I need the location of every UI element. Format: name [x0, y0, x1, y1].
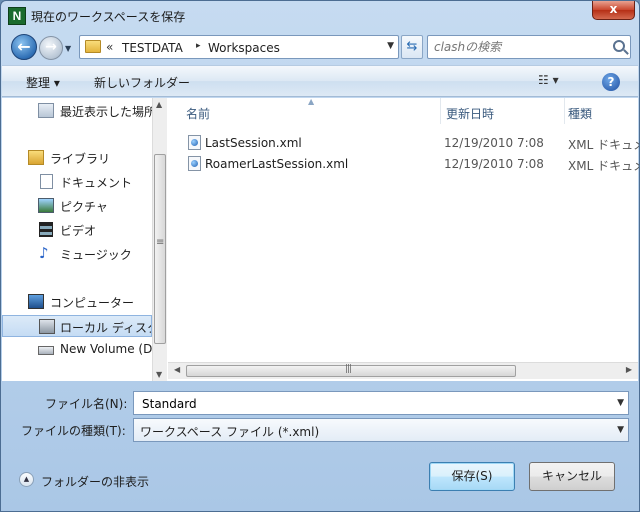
- nav-item-local-disk[interactable]: ローカル ディスク (C:): [2, 315, 152, 337]
- organize-menu[interactable]: 整理 ▾: [26, 74, 60, 91]
- nav-item-label: コンピューター: [50, 296, 135, 310]
- close-button[interactable]: x: [592, 1, 635, 20]
- computer-icon: [28, 294, 44, 309]
- refresh-button[interactable]: ⇆: [401, 35, 423, 59]
- recent-pages-dropdown[interactable]: ▼: [65, 44, 75, 54]
- file-row[interactable]: LastSession.xml 12/19/2010 7:08 XML ドキュメ…: [168, 133, 639, 153]
- nav-item-label: ビデオ: [60, 224, 97, 238]
- nav-pane-scrollbar[interactable]: ▲ ▼: [152, 98, 167, 381]
- scroll-down-icon[interactable]: ▼: [156, 370, 162, 379]
- filetype-label: ファイルの種類(T):: [21, 424, 126, 438]
- filename-combobox[interactable]: ▼: [133, 391, 629, 415]
- recent-places-icon: [38, 103, 54, 118]
- nav-item-music[interactable]: ♪ ミュージック: [2, 243, 152, 265]
- chevron-up-icon: ▲: [19, 472, 34, 487]
- nav-item-libraries[interactable]: ライブラリ: [2, 147, 152, 169]
- nav-item-label: 最近表示した場所: [60, 105, 152, 119]
- app-icon: N: [8, 7, 26, 25]
- nav-item-pictures[interactable]: ピクチャ: [2, 195, 152, 217]
- address-bar[interactable]: « TESTDATA ▸ Workspaces ▼: [79, 35, 399, 59]
- window-title: 現在のワークスペースを保存: [31, 10, 186, 24]
- file-list: ▲ 名前 更新日時 種類 LastSession.xml 12/19/2010 …: [168, 97, 639, 381]
- breadcrumb-separator-icon[interactable]: ▸: [196, 41, 201, 51]
- nav-item-new-volume[interactable]: New Volume (D:): [2, 339, 152, 361]
- chevron-down-icon[interactable]: ▼: [617, 398, 624, 408]
- folder-icon: [85, 40, 101, 53]
- help-icon[interactable]: ?: [602, 73, 620, 91]
- scroll-thumb[interactable]: [154, 154, 166, 344]
- filetype-value: ワークスペース ファイル (*.xml): [140, 425, 320, 439]
- nav-item-recent-places[interactable]: 最近表示した場所: [2, 100, 152, 122]
- change-view-button[interactable]: ☷ ▾: [538, 73, 578, 91]
- xml-file-icon: [188, 135, 201, 150]
- file-list-hscrollbar[interactable]: ◀ ▶: [168, 362, 638, 379]
- save-workspace-dialog: N 現在のワークスペースを保存 x ← → ▼ « TESTDATA ▸ Wor…: [0, 0, 640, 512]
- cancel-button[interactable]: キャンセル: [529, 462, 615, 491]
- scroll-right-icon[interactable]: ▶: [626, 365, 632, 374]
- nav-item-videos[interactable]: ビデオ: [2, 219, 152, 241]
- address-dropdown-icon[interactable]: ▼: [387, 41, 394, 51]
- chevron-down-icon: ▼: [65, 44, 72, 53]
- column-header-label: 更新日時: [446, 107, 495, 121]
- nav-item-label: ライブラリ: [50, 152, 111, 166]
- nav-item-documents[interactable]: ドキュメント: [2, 171, 152, 193]
- column-header-name[interactable]: 名前: [168, 98, 441, 124]
- nav-item-label: ローカル ディスク (C:): [60, 321, 151, 335]
- drive-icon: [38, 346, 54, 355]
- column-header-date[interactable]: 更新日時: [441, 98, 565, 124]
- nav-item-label: ピクチャ: [60, 200, 108, 214]
- nav-item-computer[interactable]: コンピューター: [2, 291, 152, 313]
- filename-input[interactable]: [142, 396, 602, 412]
- search-icon[interactable]: [613, 40, 625, 52]
- filetype-select[interactable]: ワークスペース ファイル (*.xml) ▼: [133, 418, 629, 442]
- hscroll-thumb[interactable]: [186, 364, 516, 377]
- column-header-label: 名前: [186, 107, 211, 121]
- pictures-icon: [38, 198, 54, 213]
- file-type: XML ドキュメント: [568, 159, 639, 173]
- column-header-label: 種類: [568, 107, 593, 121]
- nav-item-label: ドキュメント: [60, 176, 133, 190]
- breadcrumb-testdata[interactable]: TESTDATA: [122, 41, 183, 55]
- save-button[interactable]: 保存(S): [429, 462, 515, 491]
- search-input[interactable]: [434, 39, 604, 55]
- search-box[interactable]: [427, 35, 631, 59]
- hide-folders-label: フォルダーの非表示: [41, 475, 150, 489]
- forward-arrow-icon: →: [45, 39, 57, 55]
- nav-item-label: ミュージック: [60, 248, 132, 262]
- file-date: 12/19/2010 7:08: [444, 157, 544, 171]
- filename-label: ファイル名(N):: [45, 397, 128, 411]
- videos-icon: [39, 222, 53, 237]
- nav-item-label: New Volume (D:): [60, 342, 152, 356]
- xml-file-icon: [188, 156, 201, 171]
- back-button[interactable]: ←: [11, 34, 37, 60]
- address-overflow[interactable]: «: [106, 40, 113, 54]
- scroll-up-icon[interactable]: ▲: [156, 100, 162, 109]
- file-name: RoamerLastSession.xml: [205, 157, 349, 171]
- navigation-pane: 最近表示した場所 ライブラリ ドキュメント ピクチャ ビデオ ♪ ミュージック: [2, 98, 152, 381]
- forward-button[interactable]: →: [39, 36, 63, 60]
- browser-area: 最近表示した場所 ライブラリ ドキュメント ピクチャ ビデオ ♪ ミュージック: [2, 97, 639, 381]
- file-row[interactable]: RoamerLastSession.xml 12/19/2010 7:08 XM…: [168, 154, 639, 174]
- chevron-down-icon[interactable]: ▼: [617, 425, 624, 435]
- breadcrumb-workspaces[interactable]: Workspaces: [208, 41, 280, 55]
- address-row: ← → ▼ « TESTDATA ▸ Workspaces ▼ ⇆: [1, 31, 639, 63]
- column-header-type[interactable]: 種類: [565, 98, 638, 124]
- new-folder-button[interactable]: 新しいフォルダー: [94, 74, 190, 91]
- music-note-icon: ♪: [39, 244, 49, 262]
- refresh-icon: ⇆: [406, 39, 418, 54]
- back-arrow-icon: ←: [17, 37, 31, 56]
- command-toolbar: 整理 ▾ 新しいフォルダー ☷ ▾ ?: [2, 65, 638, 97]
- libraries-icon: [28, 150, 44, 165]
- scroll-left-icon[interactable]: ◀: [174, 365, 180, 374]
- documents-icon: [40, 174, 53, 189]
- file-type: XML ドキュメント: [568, 138, 639, 152]
- title-bar[interactable]: N 現在のワークスペースを保存 x: [1, 1, 639, 31]
- file-date: 12/19/2010 7:08: [444, 136, 544, 150]
- local-disk-icon: [39, 319, 55, 334]
- file-name: LastSession.xml: [205, 136, 302, 150]
